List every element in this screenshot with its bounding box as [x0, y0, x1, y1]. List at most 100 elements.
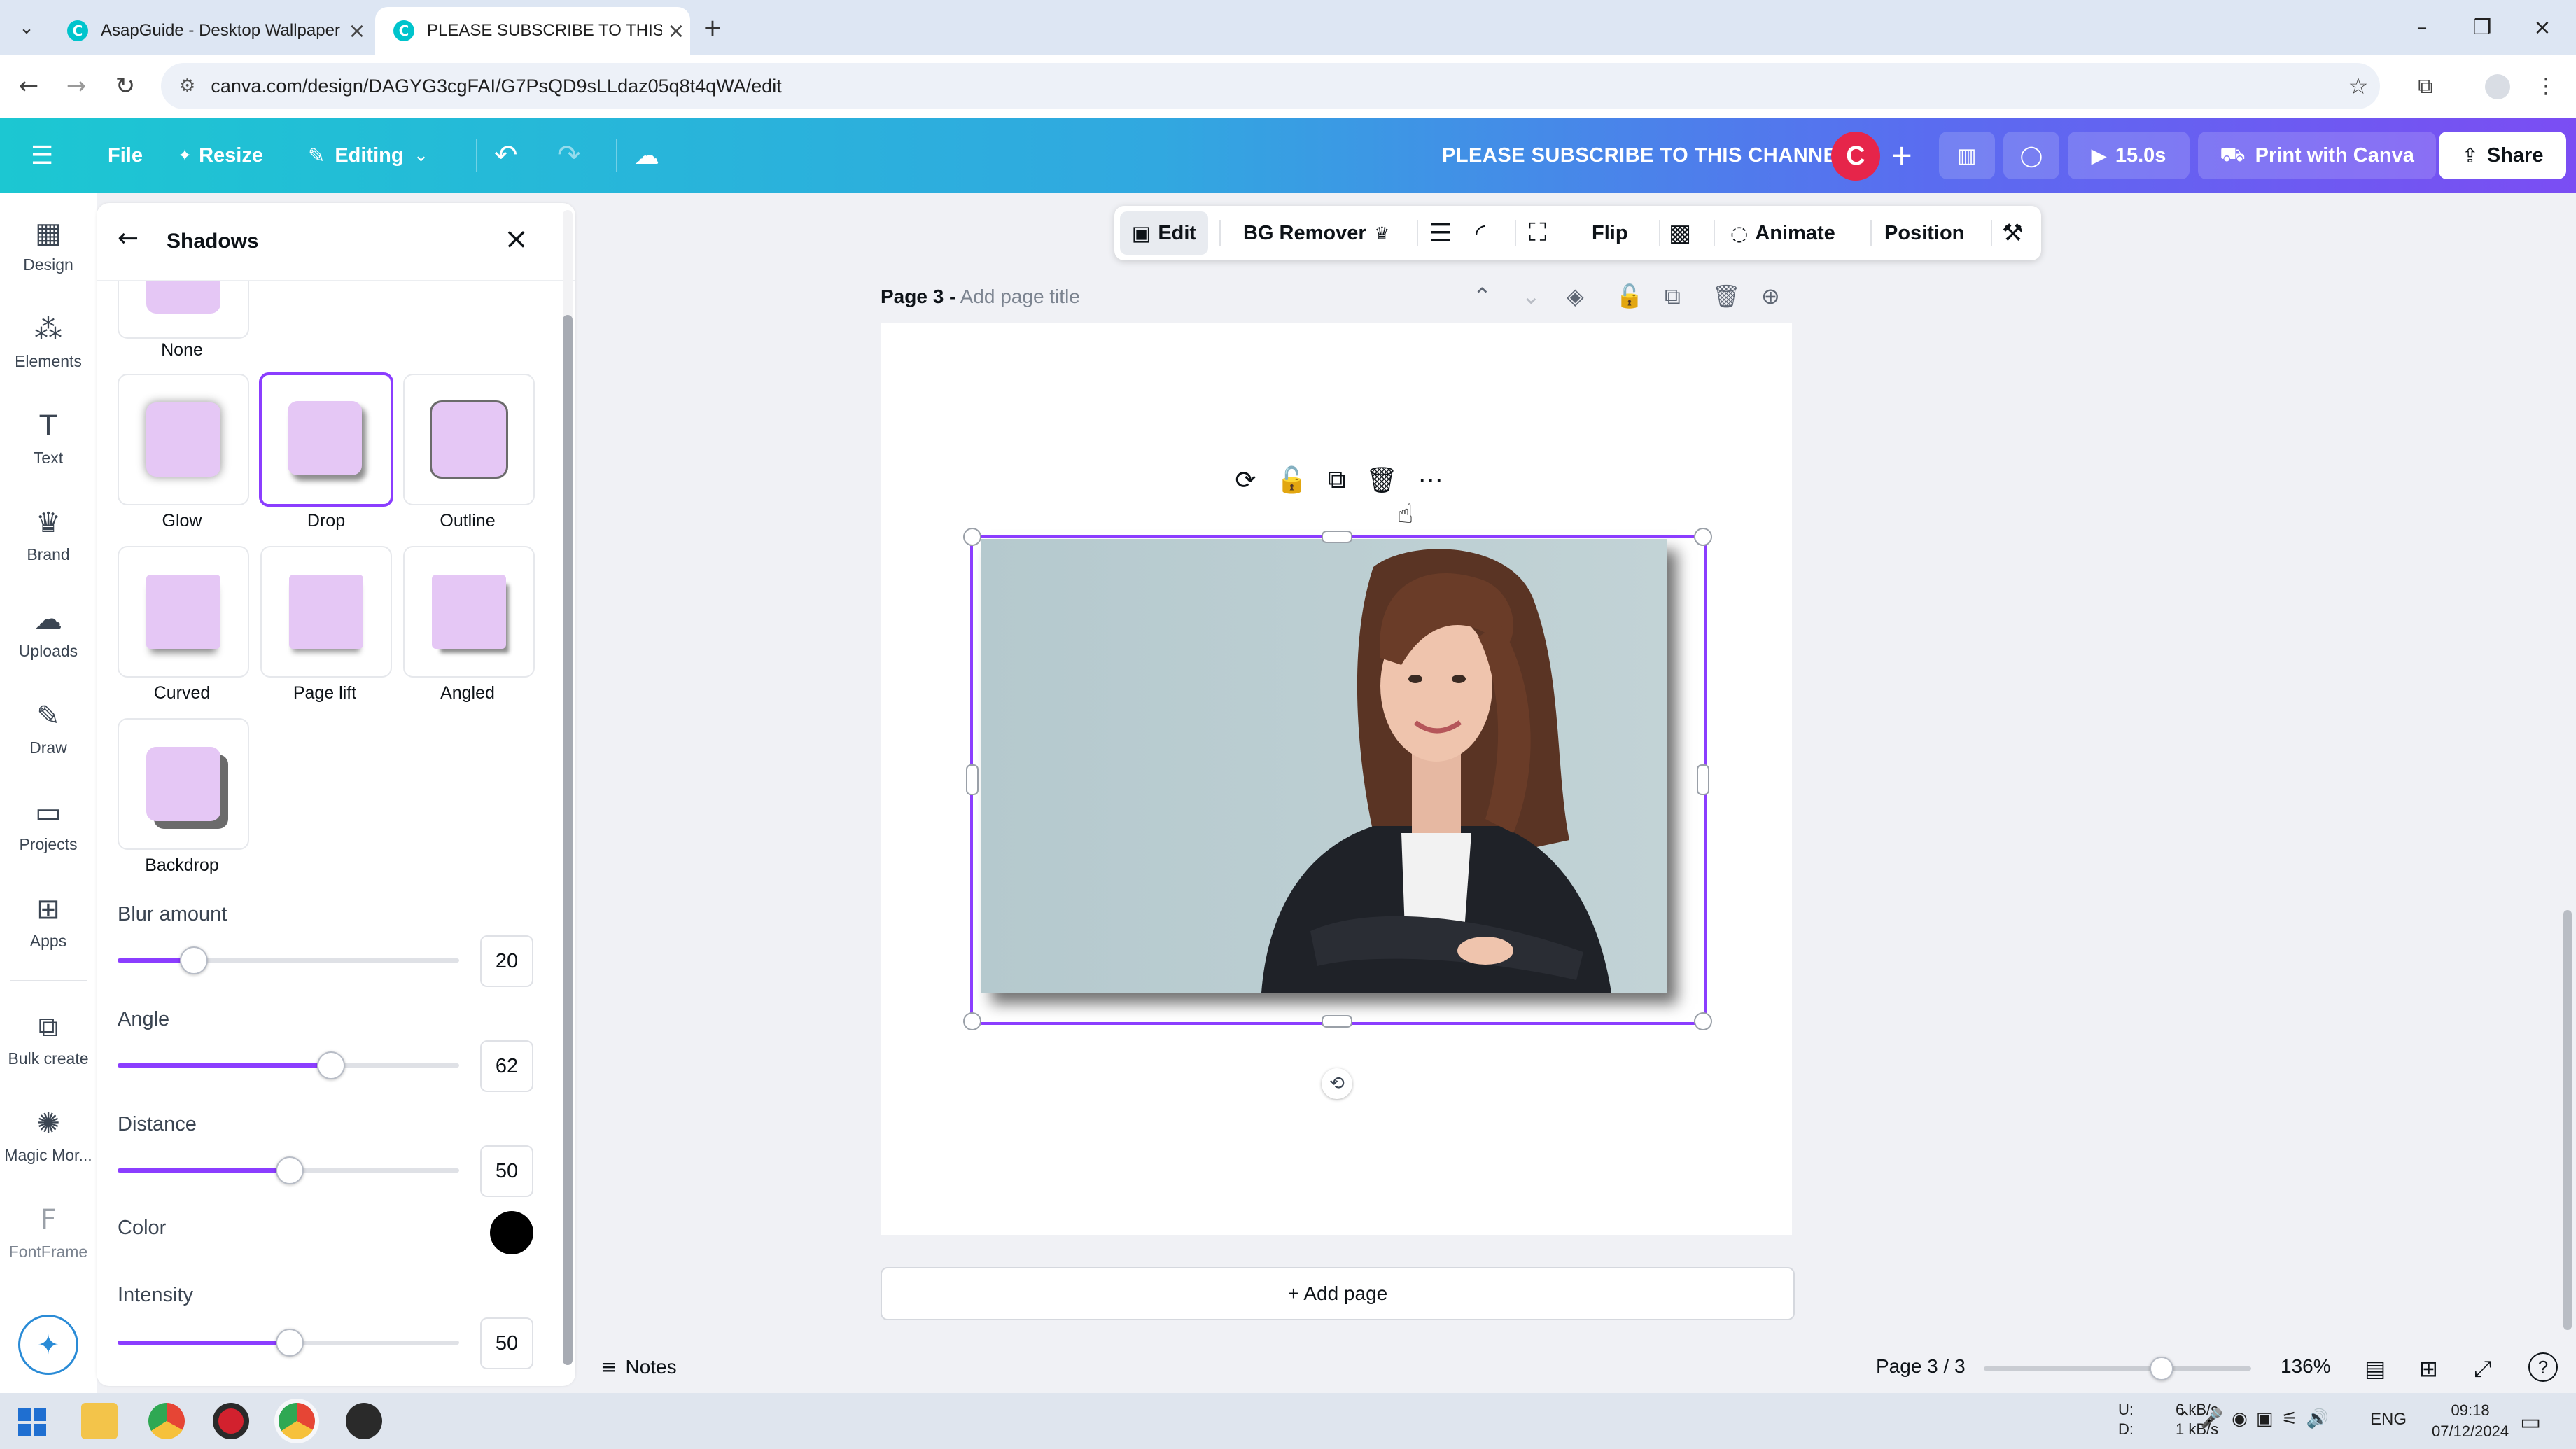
- system-tray-icons[interactable]: ⌃🎤◉▣⚟🔊: [2177, 1408, 2337, 1429]
- angle-slider[interactable]: [118, 1051, 459, 1079]
- comments-icon[interactable]: ◯: [2003, 132, 2059, 179]
- close-tab-icon[interactable]: ×: [343, 19, 371, 43]
- resize-handle-bottom-left[interactable]: [963, 1012, 981, 1030]
- share-button[interactable]: ⇪ Share: [2439, 132, 2566, 179]
- lock-icon[interactable]: 🔓: [1276, 465, 1308, 495]
- main-menu-icon[interactable]: ☰: [31, 134, 53, 176]
- shadow-option-backdrop[interactable]: [118, 718, 249, 850]
- rail-item-design[interactable]: ▦ Design: [0, 200, 97, 291]
- insights-chart-icon[interactable]: ▥: [1939, 132, 1995, 179]
- minimize-icon[interactable]: –: [2394, 10, 2450, 45]
- resize-handle-top-right[interactable]: [1694, 528, 1712, 546]
- rail-item-brand[interactable]: ♛ Brand: [0, 490, 97, 581]
- fullscreen-icon[interactable]: ⤢: [2474, 1355, 2492, 1382]
- site-info-icon[interactable]: ⚙: [179, 76, 195, 97]
- distance-value[interactable]: 50: [480, 1145, 533, 1197]
- more-options-icon[interactable]: ⋯: [1418, 466, 1443, 495]
- resize-handle-top[interactable]: [1322, 531, 1352, 543]
- resize-handle-right[interactable]: [1697, 764, 1709, 795]
- zoom-slider-handle[interactable]: [2150, 1357, 2174, 1380]
- shadow-option-angled[interactable]: [403, 546, 535, 678]
- slider-handle[interactable]: [276, 1156, 304, 1184]
- edit-image-button[interactable]: ▣ Edit: [1120, 211, 1208, 255]
- animate-button[interactable]: ◌ Animate: [1730, 211, 1835, 255]
- grid-view-icon[interactable]: ⊞: [2419, 1355, 2438, 1382]
- rail-item-fontframe[interactable]: F FontFrame: [0, 1187, 97, 1278]
- help-icon[interactable]: ?: [2528, 1352, 2558, 1382]
- restore-icon[interactable]: ❐: [2454, 10, 2510, 45]
- clock-app-icon[interactable]: [346, 1403, 382, 1439]
- delete-page-icon[interactable]: 🗑: [1712, 283, 1741, 309]
- zoom-slider[interactable]: [1984, 1357, 2251, 1393]
- page-label[interactable]: Page 3 - Add page title: [881, 286, 1080, 308]
- rotate-handle-icon[interactable]: ⟲: [1322, 1068, 1352, 1099]
- redo-icon[interactable]: ↷: [557, 134, 581, 176]
- hide-page-icon[interactable]: ◈: [1567, 283, 1584, 309]
- browser-tab-active[interactable]: C PLEASE SUBSCRIBE TO THIS CH ×: [375, 7, 690, 55]
- profile-avatar[interactable]: [2485, 74, 2510, 99]
- resize-handle-bottom[interactable]: [1322, 1015, 1352, 1028]
- chrome-icon[interactable]: [148, 1403, 185, 1439]
- page-counter[interactable]: Page 3 / 3: [1876, 1355, 1966, 1378]
- magic-assistant-icon[interactable]: ✦: [18, 1315, 78, 1375]
- browser-tab-asapguide[interactable]: C AsapGuide - Desktop Wallpaper ×: [49, 7, 371, 55]
- user-avatar[interactable]: C: [1831, 132, 1880, 181]
- browser-menu-icon[interactable]: ⋮: [2527, 67, 2565, 105]
- angle-value[interactable]: 62: [480, 1040, 533, 1092]
- resize-handle-bottom-right[interactable]: [1694, 1012, 1712, 1030]
- blur-amount-value[interactable]: 20: [480, 935, 533, 987]
- close-panel-icon[interactable]: ×: [504, 221, 528, 255]
- bookmark-star-icon[interactable]: ☆: [2339, 67, 2377, 105]
- present-button[interactable]: ▶ 15.0s: [2068, 132, 2190, 179]
- add-page-icon[interactable]: ⊕: [1761, 283, 1780, 309]
- add-page-button[interactable]: + Add page: [881, 1267, 1795, 1320]
- close-tab-icon[interactable]: ×: [662, 19, 690, 43]
- notifications-icon[interactable]: ▭: [2520, 1408, 2541, 1435]
- rail-item-text[interactable]: T Text: [0, 393, 97, 484]
- rail-item-draw[interactable]: ✎ Draw: [0, 683, 97, 774]
- editing-mode-dropdown[interactable]: ✎ Editing ⌄: [308, 134, 428, 176]
- shadow-option-none[interactable]: [118, 281, 249, 339]
- lock-page-icon[interactable]: 🔓: [1616, 283, 1644, 309]
- panel-scrollbar-thumb[interactable]: [563, 315, 573, 1365]
- bg-remover-button[interactable]: BG Remover ♛: [1243, 211, 1390, 255]
- corner-rounding-icon[interactable]: ◜: [1476, 211, 1485, 255]
- rail-item-uploads[interactable]: ☁ Uploads: [0, 587, 97, 678]
- page-up-icon[interactable]: ⌃: [1473, 283, 1492, 309]
- shadow-option-glow[interactable]: [118, 374, 249, 505]
- slider-handle[interactable]: [316, 1051, 345, 1079]
- url-field[interactable]: ⚙ canva.com/design/DAGYG3cgFAI/G7PsQD9sL…: [161, 63, 2380, 109]
- rail-item-magic-morph[interactable]: ✺ Magic Mor...: [0, 1091, 97, 1182]
- undo-icon[interactable]: ↶: [494, 134, 518, 176]
- add-collaborator-icon[interactable]: +: [1890, 134, 1914, 176]
- shadow-option-outline[interactable]: [403, 374, 535, 505]
- tab-search-icon[interactable]: ⌄: [13, 14, 41, 42]
- intensity-value[interactable]: 50: [480, 1317, 533, 1369]
- forward-icon[interactable]: →: [57, 67, 95, 105]
- duplicate-page-icon[interactable]: ⧉: [1665, 283, 1681, 310]
- resize-handle-left[interactable]: [966, 764, 979, 795]
- rail-item-bulk-create[interactable]: ⧉ Bulk create: [0, 994, 97, 1085]
- chrome-active-icon[interactable]: [279, 1403, 315, 1439]
- slider-handle[interactable]: [276, 1329, 304, 1357]
- position-button[interactable]: Position: [1884, 211, 1964, 255]
- extensions-icon[interactable]: ⧉: [2407, 67, 2444, 105]
- rail-item-apps[interactable]: ⊞ Apps: [0, 876, 97, 967]
- document-title[interactable]: PLEASE SUBSCRIBE TO THIS CHANNEL: [1442, 144, 1850, 167]
- file-menu-button[interactable]: File: [108, 134, 143, 176]
- copy-style-icon[interactable]: ⚒: [2002, 211, 2023, 255]
- reload-icon[interactable]: ↻: [106, 67, 144, 105]
- back-icon[interactable]: ←: [10, 67, 48, 105]
- flip-button[interactable]: Flip: [1592, 211, 1628, 255]
- shadow-option-curved[interactable]: [118, 546, 249, 678]
- close-window-icon[interactable]: ×: [2514, 10, 2570, 45]
- distance-slider[interactable]: [118, 1156, 459, 1184]
- shadow-option-page-lift[interactable]: [260, 546, 392, 678]
- language-indicator[interactable]: ENG: [2370, 1410, 2407, 1429]
- canvas-scrollbar-thumb[interactable]: [2563, 910, 2572, 1330]
- shadow-option-drop[interactable]: [259, 372, 393, 507]
- resize-button[interactable]: ✦ Resize: [178, 134, 263, 176]
- duplicate-icon[interactable]: ⧉: [1328, 465, 1346, 495]
- back-arrow-icon[interactable]: ←: [118, 224, 139, 253]
- resize-handle-top-left[interactable]: [963, 528, 981, 546]
